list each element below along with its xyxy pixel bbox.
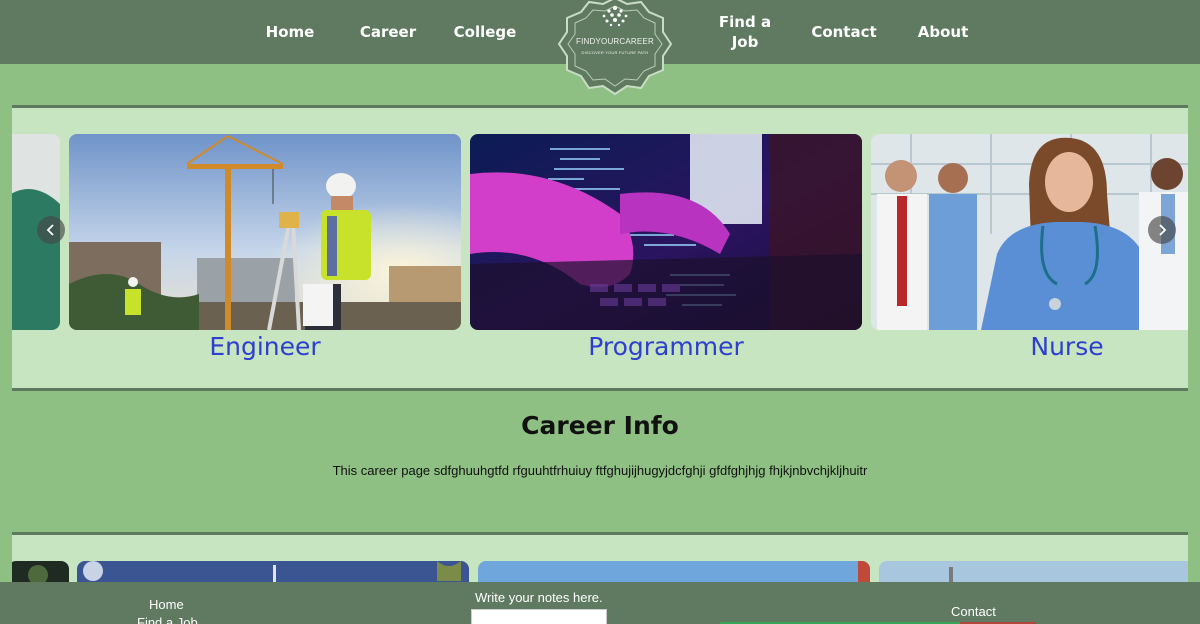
nav-find-a-job-line1: Find a	[718, 13, 772, 31]
carousel-slide-engineer[interactable]	[69, 134, 461, 330]
logo-tagline: DISCOVER YOUR FUTURE PATH	[581, 50, 649, 55]
carousel-slide-programmer[interactable]	[470, 134, 862, 330]
nav-find-a-job-line2: Job	[731, 33, 759, 51]
keyboard-code-photo	[470, 134, 862, 330]
nav-home-link[interactable]: Home	[262, 22, 318, 42]
footer-find-a-job-link[interactable]: Find a Job	[137, 615, 198, 624]
career-info-text: This career page sdfghuuhgtfd rfguuhtfrh…	[332, 463, 868, 478]
slide-caption-engineer[interactable]: Engineer	[69, 332, 461, 361]
career-carousel: Engineer Programmer Nurse	[12, 105, 1188, 391]
career-info-heading: Career Info	[521, 411, 679, 440]
nav-career-link[interactable]: Career	[358, 22, 418, 42]
carousel-next-button[interactable]	[1148, 216, 1176, 244]
logo-badge-icon	[557, 0, 673, 96]
medical-team-photo	[871, 134, 1188, 330]
findyourcareer-logo[interactable]: FINDYOURCAREER DISCOVER YOUR FUTURE PATH	[557, 0, 673, 96]
nav-find-a-job-link[interactable]: Find a Job	[712, 12, 778, 52]
carousel-prev-button[interactable]	[37, 216, 65, 244]
nav-contact-link[interactable]: Contact	[808, 22, 880, 42]
notes-textarea[interactable]	[471, 609, 607, 624]
carousel-slide-nurse[interactable]	[871, 134, 1188, 330]
construction-engineer-photo	[69, 134, 461, 330]
notes-label: Write your notes here.	[475, 590, 603, 605]
nav-college-link[interactable]: College	[452, 22, 518, 42]
slide-caption-programmer[interactable]: Programmer	[470, 332, 862, 361]
footer-contact-link[interactable]: Contact	[951, 604, 996, 620]
slide-caption-nurse[interactable]: Nurse	[871, 332, 1188, 361]
chevron-left-icon	[46, 224, 54, 236]
footer: Home Find a Job Write your notes here. C…	[0, 582, 1200, 624]
chevron-right-icon	[1159, 224, 1167, 236]
nav-about-link[interactable]: About	[912, 22, 974, 42]
footer-home-link[interactable]: Home	[149, 597, 184, 613]
top-navbar: Home Career College FINDYOURCAREER DISCO…	[0, 0, 1200, 96]
logo-title: FINDYOURCAREER	[576, 37, 654, 46]
